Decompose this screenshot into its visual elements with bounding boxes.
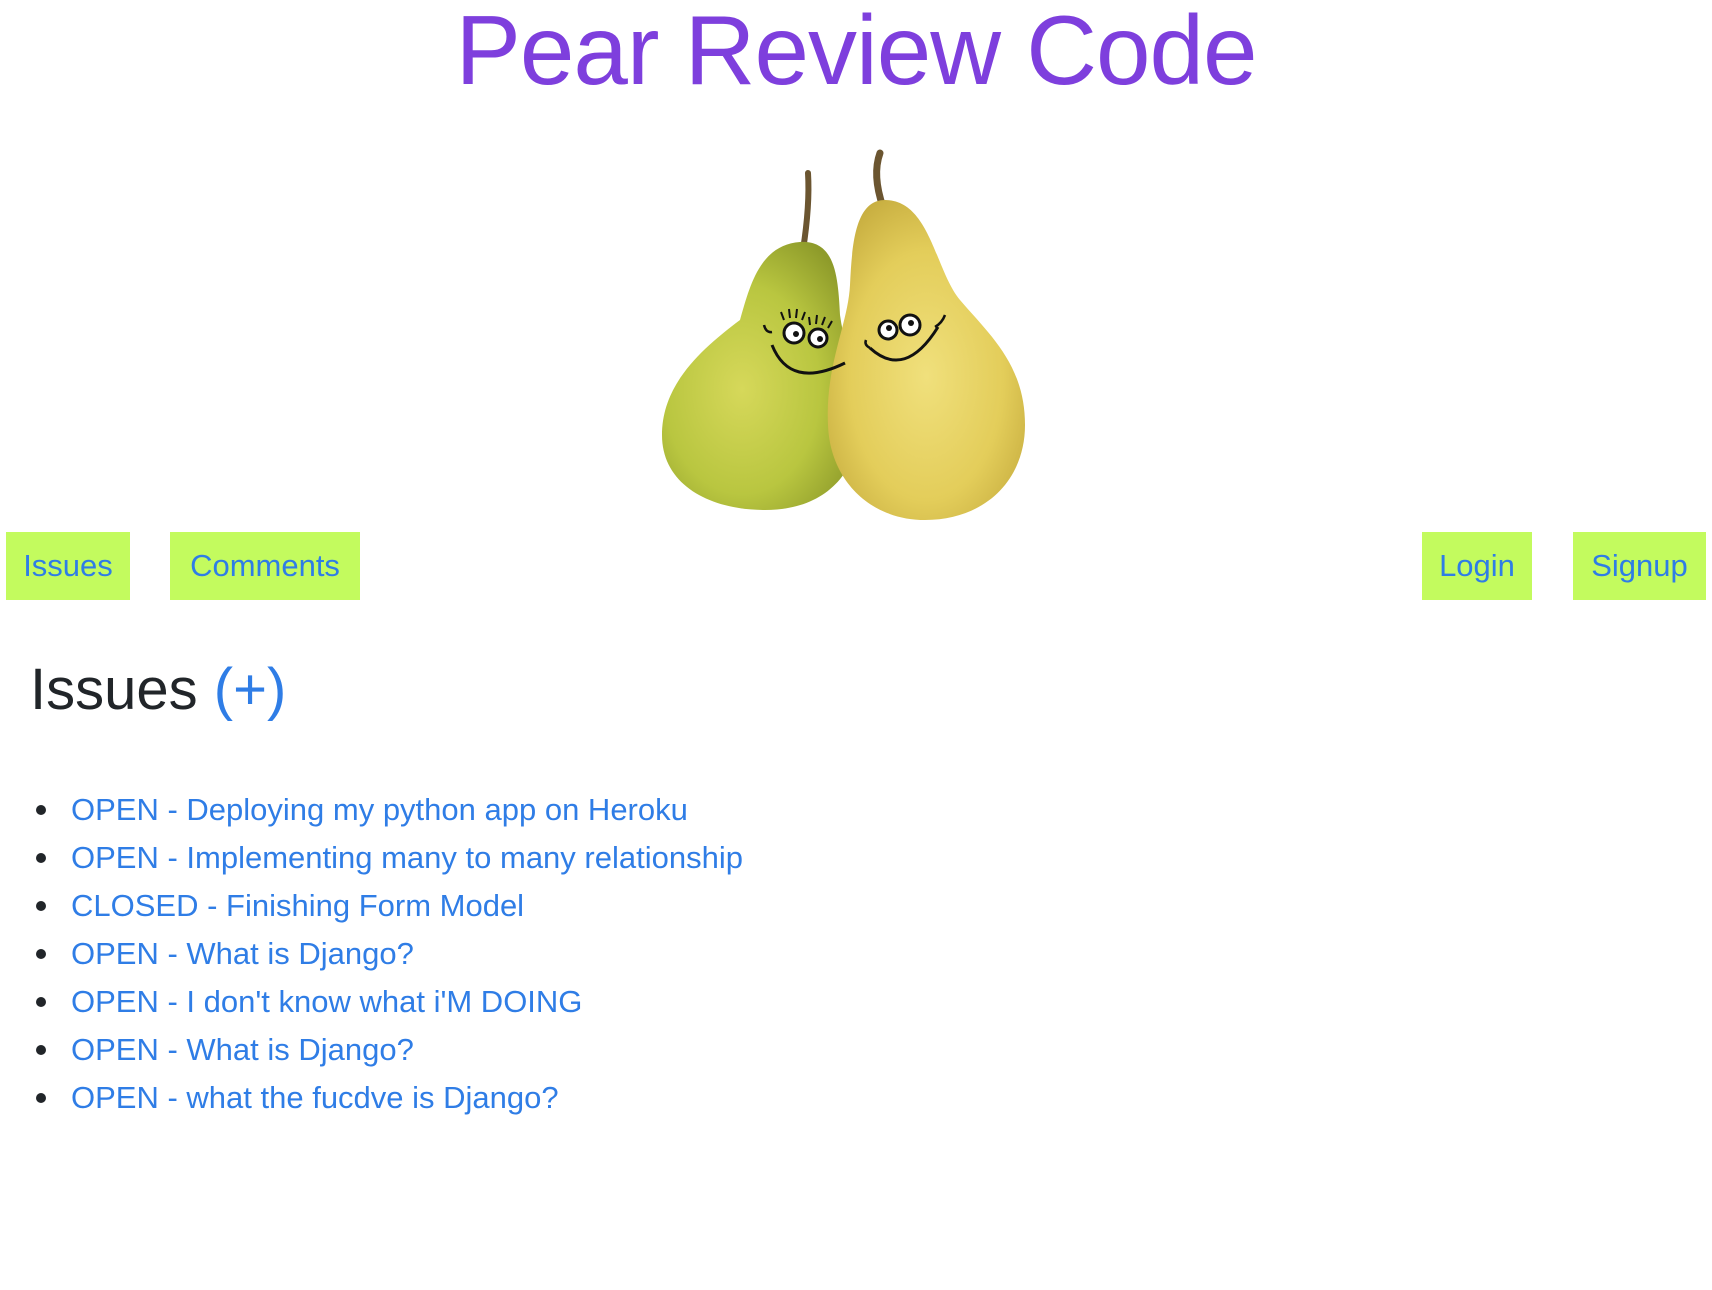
add-issue-link[interactable]: (+) (214, 657, 287, 722)
issue-item: OPEN - What is Django? (30, 1026, 743, 1074)
bullet-icon (36, 853, 46, 863)
nav-issues-button[interactable]: Issues (6, 532, 130, 600)
issue-link[interactable]: OPEN - I don't know what i'M DOING (71, 984, 582, 1019)
issue-link[interactable]: OPEN - What is Django? (71, 936, 414, 971)
nav-comments-button[interactable]: Comments (170, 532, 360, 600)
bullet-icon (36, 901, 46, 911)
issue-link[interactable]: OPEN - What is Django? (71, 1032, 414, 1067)
page-heading: Issues (+) (30, 652, 286, 728)
bullet-icon (36, 805, 46, 815)
pear-couple-logo (662, 149, 1025, 520)
bullet-icon (36, 1045, 46, 1055)
issue-link[interactable]: OPEN - Deploying my python app on Heroku (71, 792, 688, 827)
bullet-icon (36, 1093, 46, 1103)
issue-link[interactable]: CLOSED - Finishing Form Model (71, 888, 524, 923)
issue-item: OPEN - Deploying my python app on Heroku (30, 786, 743, 834)
site-title: Pear Review Code (455, 0, 1257, 105)
nav-login-button[interactable]: Login (1422, 532, 1532, 600)
issue-item: OPEN - What is Django? (30, 930, 743, 978)
issue-item: OPEN - what the fucdve is Django? (30, 1074, 743, 1122)
bullet-icon (36, 949, 46, 959)
issue-link[interactable]: OPEN - Implementing many to many relatio… (71, 840, 743, 875)
issue-link[interactable]: OPEN - what the fucdve is Django? (71, 1080, 559, 1115)
page-heading-text: Issues (30, 657, 198, 722)
nav-signup-button[interactable]: Signup (1573, 532, 1706, 600)
issue-item: OPEN - Implementing many to many relatio… (30, 834, 743, 882)
issue-list: OPEN - Deploying my python app on Heroku… (30, 786, 743, 1122)
bullet-icon (36, 997, 46, 1007)
issue-item: OPEN - I don't know what i'M DOING (30, 978, 743, 1026)
issue-item: CLOSED - Finishing Form Model (30, 882, 743, 930)
